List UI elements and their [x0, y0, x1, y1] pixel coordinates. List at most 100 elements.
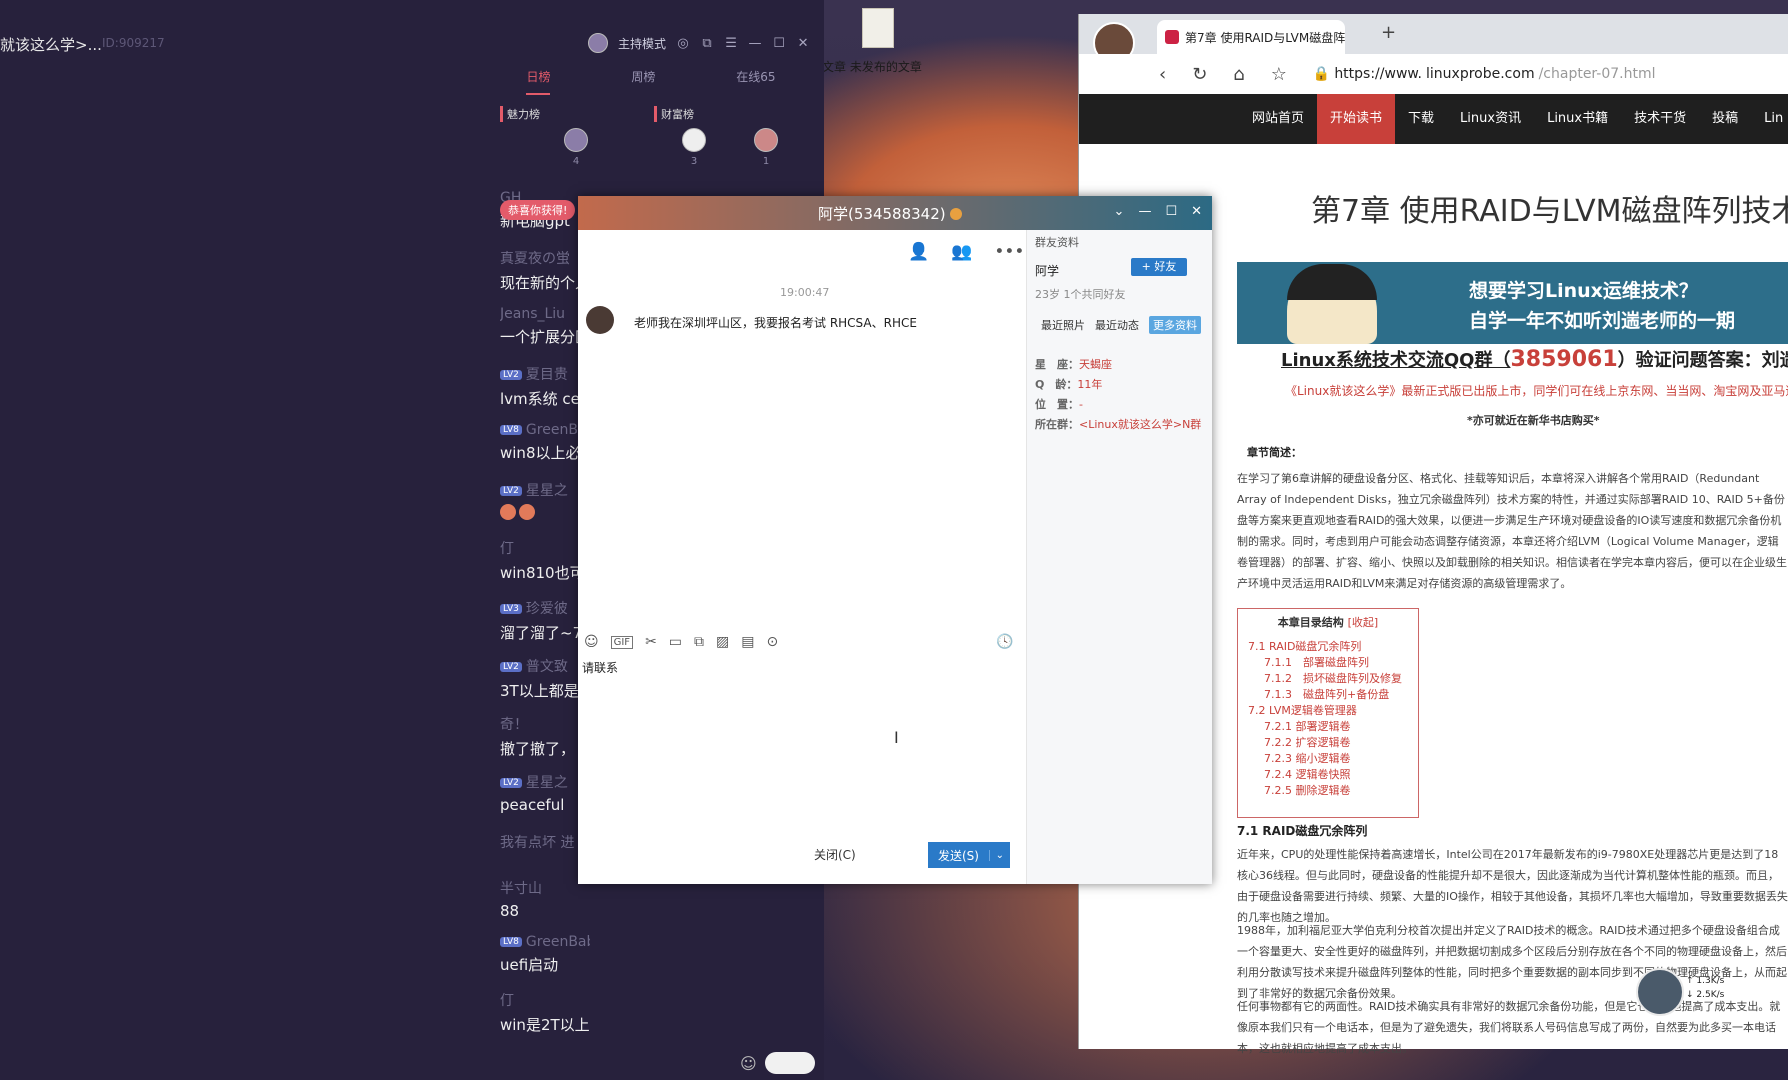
gif-icon[interactable]: GIF — [610, 635, 634, 649]
back-icon[interactable]: ‹ — [1159, 64, 1166, 85]
rank-avatar[interactable] — [682, 128, 706, 152]
profile-header: 群友资料 — [1035, 236, 1079, 249]
image-icon[interactable]: ▨ — [716, 634, 729, 650]
comment-author[interactable]: LV2 夏目贵 — [500, 364, 590, 384]
tab-recent-activity[interactable]: 最近动态 — [1095, 317, 1139, 333]
screen-share-icon[interactable]: ⧉ — [694, 634, 704, 650]
desktop-file-icon[interactable] — [862, 8, 894, 48]
comment-author[interactable]: 半寸山 — [500, 878, 590, 898]
home-icon[interactable]: ⌂ — [1233, 64, 1244, 85]
toc-link[interactable]: 7.1.1 部署磁盘阵列 — [1248, 655, 1408, 671]
toc-link[interactable]: 7.1 RAID磁盘冗余阵列 — [1248, 639, 1408, 655]
toc-link[interactable]: 7.2.4 逻辑卷快照 — [1248, 767, 1408, 783]
invite-icon[interactable]: 👥 — [951, 242, 972, 262]
sender-avatar[interactable] — [586, 306, 614, 334]
network-speed-widget[interactable]: ↑ 1.3K/s ↓ 2.5K/s — [1636, 968, 1776, 1020]
chat-message: 老师我在深圳坪山区，我要报名考试 RHCSA、RHCE — [634, 316, 917, 330]
comment-author[interactable]: LV2 星星之 — [500, 480, 590, 500]
site-nav-item[interactable]: Lin — [1751, 94, 1788, 144]
comment-author[interactable]: 奇！ — [500, 714, 590, 734]
toc-link[interactable]: 7.2 LVM逻辑卷管理器 — [1248, 703, 1408, 719]
emoji-icon[interactable]: ☺ — [740, 1054, 757, 1073]
close-button[interactable]: 关闭(C) — [814, 846, 856, 863]
tab-daily-rank[interactable]: 日榜 — [526, 68, 551, 95]
comment-author[interactable]: 真夏夜の蛍 — [500, 248, 590, 268]
site-nav-item[interactable]: Linux书籍 — [1534, 94, 1621, 144]
comment-send-button[interactable] — [764, 1052, 815, 1074]
comment-author[interactable]: 仃 — [500, 990, 590, 1010]
site-nav-item[interactable]: 下载 — [1395, 94, 1447, 144]
site-nav-item[interactable]: Linux资讯 — [1447, 94, 1534, 144]
comment-author[interactable]: LV2 星星之 — [500, 772, 590, 792]
toc-link[interactable]: 7.2.2 扩容逻辑卷 — [1248, 735, 1408, 751]
tab-recent-photos[interactable]: 最近照片 — [1041, 317, 1085, 333]
toc-link[interactable]: 7.1.2 损坏磁盘阵列及修复 — [1248, 671, 1408, 687]
site-nav-item[interactable]: 网站首页 — [1239, 94, 1317, 144]
level-badge: LV2 — [500, 662, 522, 672]
settings-icon[interactable]: ◎ — [676, 36, 690, 51]
level-badge: LV8 — [500, 937, 522, 947]
download-speed: 2.5K/s — [1696, 990, 1725, 1000]
menu-icon[interactable]: ☰ — [724, 36, 738, 51]
comment-item: 半寸山 88 — [500, 878, 590, 920]
maximize-icon[interactable]: ☐ — [1165, 204, 1177, 219]
profile-field: 星 座：天蝎座 — [1035, 358, 1112, 371]
toc-link[interactable]: 7.2.1 部署逻辑卷 — [1248, 719, 1408, 735]
comment-author[interactable]: 仃 — [500, 538, 590, 558]
rank-count: 1 — [762, 156, 770, 167]
profile-field: 所在群：<Linux就该这么学>N群 — [1035, 418, 1202, 431]
comment-author[interactable]: LV8GreenBaby — [500, 422, 590, 438]
site-nav-item[interactable]: 技术干货 — [1621, 94, 1699, 144]
add-friend-button[interactable]: + 好友 — [1131, 258, 1187, 276]
toc-link[interactable]: 7.2.3 缩小逻辑卷 — [1248, 751, 1408, 767]
toc-toggle[interactable]: [收起] — [1348, 616, 1379, 629]
toc-link[interactable]: 7.1.3 磁盘阵列+备份盘 — [1248, 687, 1408, 703]
comment-text: 现在新的个人 — [500, 274, 590, 292]
host-avatar[interactable] — [588, 33, 608, 53]
maximize-icon[interactable]: ☐ — [772, 36, 786, 51]
chat-input[interactable] — [582, 658, 1002, 676]
scissors-icon[interactable]: ✂ — [645, 634, 657, 650]
comment-item: LV2 夏目贵 lvm系统 ce — [500, 364, 590, 409]
send-options-chevron-icon[interactable]: ⌄ — [988, 849, 1004, 861]
more-icon[interactable]: ••• — [994, 242, 1024, 262]
emoji-icon[interactable]: ☺ — [584, 634, 599, 650]
more-options-icon[interactable]: ⊙ — [767, 634, 779, 650]
send-button[interactable]: 发送(S) ⌄ — [928, 842, 1010, 868]
comment-author[interactable]: 我有点坏 进 — [500, 832, 590, 852]
comment-author[interactable]: Jeans_Liu — [500, 306, 590, 322]
rank-avatar[interactable] — [564, 128, 588, 152]
toc-link[interactable]: 7.2.5 删除逻辑卷 — [1248, 783, 1408, 799]
file-icon[interactable]: ▤ — [741, 634, 754, 650]
browser-tab[interactable]: 第7章 使用RAID与LVM磁盘阵... ✕ — [1157, 20, 1345, 54]
chat-title: 阿学(534588342) — [818, 203, 962, 224]
stream-room-id: ID:909217 — [102, 36, 165, 50]
history-clock-icon[interactable]: 🕓 — [996, 634, 1013, 650]
popout-icon[interactable]: ⧉ — [700, 36, 714, 51]
close-icon[interactable]: ✕ — [796, 36, 810, 51]
url-field[interactable]: 🔒 https://www. linuxprobe.com/chapter-07.… — [1313, 66, 1656, 82]
folder-icon[interactable]: ▭ — [669, 634, 682, 650]
reload-icon[interactable]: ↻ — [1192, 64, 1207, 85]
minimize-icon[interactable]: — — [1138, 204, 1151, 219]
site-nav-item[interactable]: 投稿 — [1699, 94, 1751, 144]
qq-group-line[interactable]: Linux系统技术交流QQ群（3859061）验证问题答案：刘遄 — [1281, 346, 1788, 372]
promo-banner[interactable]: 想要学习Linux运维技术？ 自学一年不如听刘遄老师的一期 — [1237, 262, 1788, 344]
minimize-icon[interactable]: — — [748, 36, 762, 51]
comment-author[interactable]: LV8GreenBaby — [500, 934, 590, 950]
tab-more-info[interactable]: 更多资料 — [1149, 316, 1201, 334]
site-nav-item[interactable]: 开始读书 — [1317, 94, 1396, 144]
follow-badge[interactable]: 恭喜你获得! — [500, 200, 576, 220]
tab-weekly-rank[interactable]: 周榜 — [631, 68, 655, 95]
new-tab-icon[interactable]: + — [1381, 22, 1396, 43]
close-icon[interactable]: ✕ — [1191, 204, 1202, 219]
chevron-down-icon[interactable]: ⌄ — [1114, 204, 1125, 219]
comment-item: LV2 星星之 — [500, 480, 590, 524]
add-member-icon[interactable]: 👤 — [908, 242, 929, 262]
comment-author[interactable]: LV3 珍爱彼 — [500, 598, 590, 618]
host-mode-label[interactable]: 主持模式 — [618, 35, 666, 52]
tab-online[interactable]: 在线65 — [736, 68, 775, 95]
bookmark-star-icon[interactable]: ☆ — [1271, 64, 1287, 85]
comment-author[interactable]: LV2 普文致 — [500, 656, 590, 676]
rank-avatar[interactable] — [754, 128, 778, 152]
